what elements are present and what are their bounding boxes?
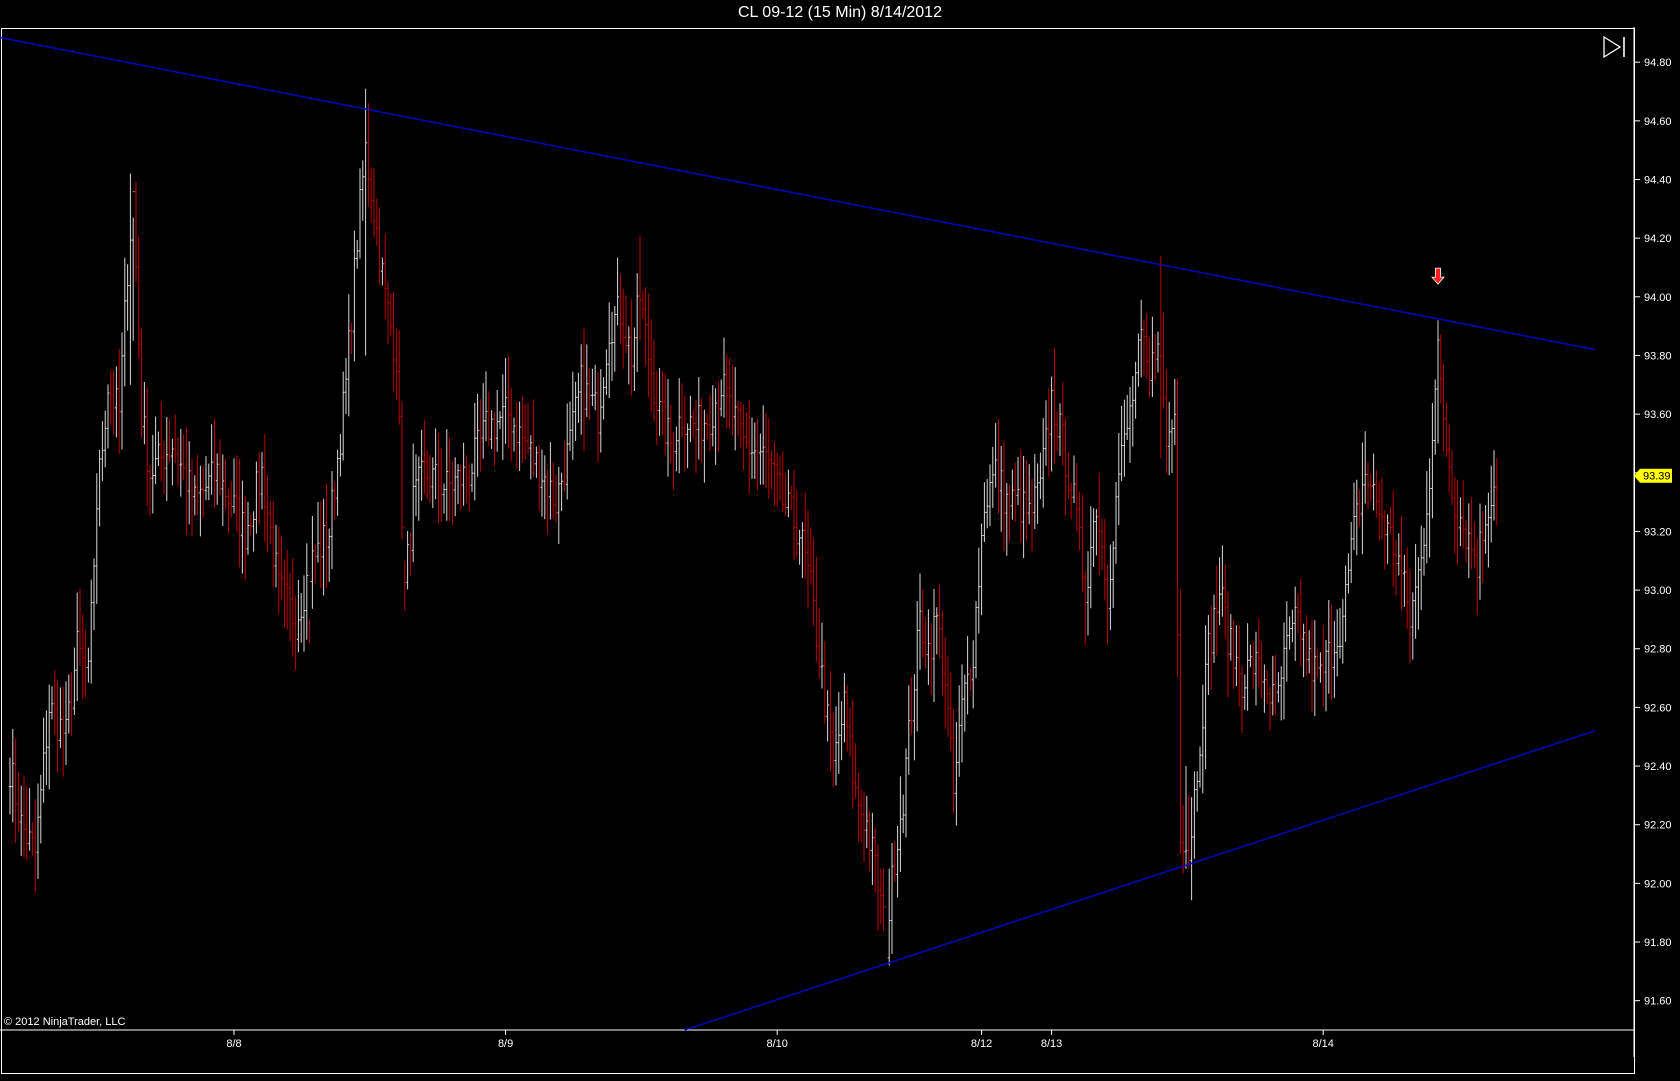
plot-background bbox=[0, 27, 1680, 1076]
price-tick-label: 92.20 bbox=[1644, 820, 1672, 832]
price-tick-label: 93.20 bbox=[1644, 526, 1672, 538]
price-chart[interactable]: 91.60 91.80 92.00 92.20 92.40 92.60 92.80 93.00… bbox=[0, 27, 1680, 1076]
price-tick-label: 93.60 bbox=[1644, 409, 1672, 421]
time-tick-label: 8/13 bbox=[1041, 1038, 1062, 1050]
price-tick-label: 92.00 bbox=[1644, 878, 1672, 890]
price-tick-label: 92.40 bbox=[1644, 761, 1672, 773]
chart-title: CL 09-12 (15 Min) 8/14/2012 bbox=[738, 4, 942, 21]
price-tick-label: 94.40 bbox=[1644, 175, 1672, 187]
price-tick-label: 94.00 bbox=[1644, 292, 1672, 304]
time-tick-label: 8/12 bbox=[971, 1038, 992, 1050]
price-tick-label: 92.80 bbox=[1644, 644, 1672, 656]
time-tick-label: 8/8 bbox=[226, 1038, 241, 1050]
price-tick-label: 92.60 bbox=[1644, 702, 1672, 714]
price-tick-label: 93.00 bbox=[1644, 585, 1672, 597]
current-price-label: 93.39 bbox=[1643, 471, 1671, 483]
price-tick-label: 94.60 bbox=[1644, 116, 1672, 128]
price-tick-label: 94.80 bbox=[1644, 57, 1672, 69]
price-tick-label: 91.80 bbox=[1644, 937, 1672, 949]
time-tick-label: 8/14 bbox=[1312, 1038, 1333, 1050]
price-tick-label: 93.80 bbox=[1644, 350, 1672, 362]
chart-frame[interactable]: 91.60 91.80 92.00 92.20 92.40 92.60 92.80 93.00… bbox=[0, 27, 1680, 1076]
time-tick-label: 8/9 bbox=[498, 1038, 513, 1050]
time-tick-label: 8/10 bbox=[766, 1038, 787, 1050]
price-tick-label: 91.60 bbox=[1644, 996, 1672, 1008]
copyright-text: © 2012 NinjaTrader, LLC bbox=[4, 1016, 125, 1028]
price-tick-label: 94.20 bbox=[1644, 233, 1672, 245]
